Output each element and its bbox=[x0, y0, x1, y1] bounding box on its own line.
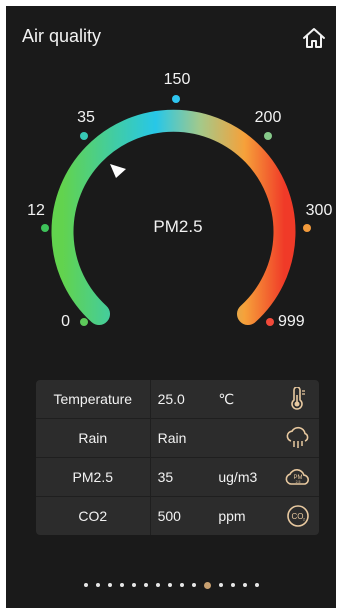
row-value: Rain bbox=[157, 430, 187, 446]
row-value: 25.0 bbox=[157, 391, 185, 407]
co2-icon: CO 2 bbox=[286, 505, 309, 527]
page-dot[interactable] bbox=[83, 583, 88, 587]
scale-marker-999 bbox=[266, 318, 274, 326]
scale-label-12: 12 bbox=[27, 202, 45, 219]
page-dot[interactable] bbox=[254, 583, 259, 587]
sensor-table: Temperature 25.0 ℃ Rain Rain PM2.5 35 ug… bbox=[36, 380, 319, 535]
page-dot[interactable] bbox=[179, 583, 184, 587]
svg-text:2: 2 bbox=[302, 517, 305, 522]
svg-text:2.5: 2.5 bbox=[295, 480, 300, 484]
scale-marker-300 bbox=[303, 224, 311, 232]
page-dot[interactable] bbox=[107, 583, 112, 587]
row-value: 500 bbox=[157, 508, 181, 524]
page-dot[interactable] bbox=[119, 583, 124, 587]
table-row: Rain Rain bbox=[36, 419, 319, 458]
scale-label-35: 35 bbox=[77, 109, 95, 126]
pm25-gauge: 0 12 35 150 200 300 999 PM2.5 bbox=[27, 71, 333, 330]
row-value: 35 bbox=[157, 469, 174, 485]
table-row: Temperature 25.0 ℃ bbox=[36, 380, 319, 419]
page-dot[interactable] bbox=[230, 583, 235, 587]
gauge-center-label: PM2.5 bbox=[153, 217, 202, 236]
pm25-cloud-icon: PM 2.5 bbox=[285, 469, 309, 485]
scale-marker-35 bbox=[80, 132, 88, 140]
scale-marker-0 bbox=[80, 318, 88, 326]
page-dot[interactable] bbox=[191, 583, 196, 587]
row-unit: ug/m3 bbox=[218, 469, 258, 485]
thermometer-icon bbox=[290, 387, 305, 410]
scale-label-999: 999 bbox=[278, 313, 305, 330]
svg-text:CO: CO bbox=[291, 512, 303, 521]
row-label: Rain bbox=[36, 419, 151, 457]
page-dot[interactable] bbox=[143, 583, 148, 587]
page-dot[interactable] bbox=[95, 583, 100, 587]
scale-marker-150 bbox=[172, 95, 180, 103]
scale-label-150: 150 bbox=[164, 71, 191, 88]
row-label: Temperature bbox=[36, 380, 151, 418]
scale-marker-200 bbox=[264, 132, 272, 140]
gauge-pointer-icon bbox=[110, 164, 126, 178]
scale-marker-12 bbox=[41, 224, 49, 232]
row-label: PM2.5 bbox=[36, 458, 151, 496]
row-unit: ℃ bbox=[218, 390, 235, 407]
cloud-rain-icon bbox=[286, 426, 308, 448]
page-indicator bbox=[6, 580, 336, 590]
page-dot[interactable] bbox=[218, 583, 223, 587]
air-quality-screen: Air quality 0 12 35 150 200 300 999 PM2.… bbox=[6, 6, 336, 608]
page-dot-active[interactable] bbox=[203, 581, 211, 589]
page-dot[interactable] bbox=[167, 583, 172, 587]
page-dot[interactable] bbox=[131, 583, 136, 587]
scale-label-200: 200 bbox=[255, 109, 282, 126]
page-dot[interactable] bbox=[242, 583, 247, 587]
row-unit: ppm bbox=[218, 508, 246, 524]
row-unit bbox=[216, 419, 276, 457]
page-dot[interactable] bbox=[155, 583, 160, 587]
table-row: PM2.5 35 ug/m3 PM 2.5 bbox=[36, 458, 319, 497]
scale-label-300: 300 bbox=[306, 202, 333, 219]
row-label: CO2 bbox=[36, 497, 151, 535]
scale-label-0: 0 bbox=[61, 313, 70, 330]
table-row: CO2 500 ppm CO 2 bbox=[36, 497, 319, 535]
